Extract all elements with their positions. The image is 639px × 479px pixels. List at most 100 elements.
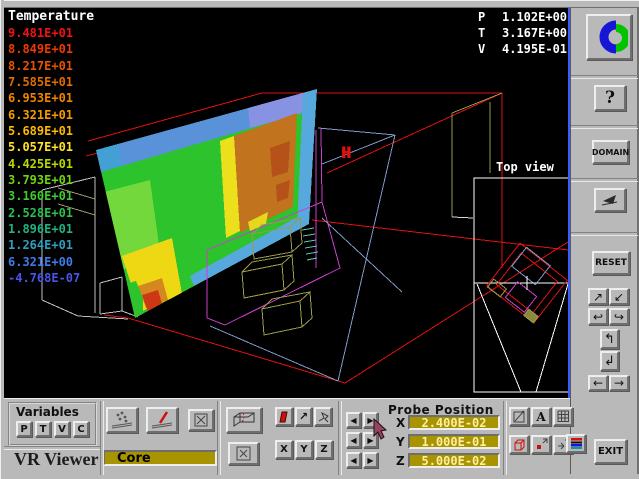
core-dropdown[interactable]: Core — [103, 450, 217, 466]
up-hook-icon: ↰ — [604, 332, 615, 347]
vr-viewer-window: Temperature 9.481E+01 8.849E+01 8.217E+0… — [0, 0, 639, 479]
particles-icon — [110, 410, 134, 430]
window-top-frame — [0, 0, 639, 8]
variable-label: T — [40, 424, 47, 435]
help-label: ? — [605, 88, 615, 108]
legend-title: Temperature — [8, 9, 94, 24]
pan-left-button[interactable]: ← — [588, 375, 608, 391]
legend-entry: 8.849E+01 — [8, 42, 80, 58]
divider — [571, 75, 638, 79]
readout-value: 1.102E+00 — [502, 10, 567, 26]
probe-marker-h[interactable]: H — [341, 143, 351, 162]
pen-page-icon — [513, 410, 526, 423]
slice-box-button[interactable] — [226, 407, 262, 433]
outline-mode-button[interactable] — [509, 407, 529, 426]
axis-x-button[interactable]: X — [275, 440, 293, 459]
grid-toggle-button[interactable] — [553, 407, 573, 426]
probe-x-field[interactable]: 2.400E-02 — [408, 415, 500, 430]
logo-button[interactable] — [586, 14, 632, 60]
probe-y-dec-button[interactable]: ◀ — [346, 432, 361, 448]
variable-label: C — [77, 424, 84, 435]
variable-p-button[interactable]: P — [16, 421, 32, 437]
arrow-ne-icon: ↗ — [593, 290, 603, 304]
arrow-left-icon: ← — [593, 376, 603, 390]
slice-plane-button[interactable] — [275, 407, 293, 426]
return-right-icon: ↪ — [614, 310, 624, 324]
probe-z-dec-button[interactable]: ◀ — [346, 452, 361, 468]
topview-title: Top view — [496, 160, 554, 174]
legend-entry: 5.057E+01 — [8, 140, 80, 156]
legend-entry: 4.425E+01 — [8, 157, 80, 173]
probe-z-steppers: ◀ ▶ — [346, 452, 378, 468]
viewport-3d[interactable] — [4, 8, 570, 398]
slice-move-button[interactable]: ↗ — [295, 407, 312, 426]
axis-label: Z — [320, 444, 327, 455]
probe-x-axis-label: X — [396, 416, 405, 430]
probe-z-inc-button[interactable]: ▶ — [363, 452, 378, 468]
probe-grab-button[interactable] — [314, 407, 332, 426]
down-hook-icon: ↲ — [604, 354, 615, 369]
reset-label: RESET — [595, 258, 627, 268]
stepper-left-icon: ◀ — [350, 436, 356, 445]
reset-button[interactable]: RESET — [592, 251, 630, 275]
readout-value: 4.195E-01 — [502, 42, 567, 58]
legend-entry: 5.689E+01 — [8, 124, 80, 140]
axis-y-button[interactable]: Y — [295, 440, 313, 459]
axis-label: Y — [300, 444, 307, 455]
divider — [503, 401, 507, 475]
rotate-left-button[interactable]: ↩ — [588, 308, 608, 325]
slice-off-button[interactable] — [228, 442, 259, 465]
mouse-cursor — [372, 418, 388, 440]
variable-label: P — [20, 424, 27, 435]
tilt-down-button[interactable]: ↲ — [600, 351, 619, 371]
help-button[interactable]: ? — [594, 85, 626, 111]
exit-button[interactable]: EXIT — [594, 439, 627, 464]
legend-entry: 9.481E+01 — [8, 26, 80, 42]
rotate-right-button[interactable]: ↪ — [609, 308, 629, 325]
axis-z-button[interactable]: Z — [315, 440, 333, 459]
rotate-sw-button[interactable]: ↙ — [609, 288, 629, 305]
probe-z-value: 5.000E-02 — [421, 454, 486, 468]
divider — [100, 401, 104, 475]
divider — [4, 446, 100, 450]
tilt-up-button[interactable]: ↰ — [600, 329, 619, 349]
legend-entry: -4.768E-07 — [8, 271, 80, 287]
view-probe-button[interactable] — [594, 188, 626, 212]
probe-z-field[interactable]: 5.000E-02 — [408, 453, 500, 468]
annotate-button[interactable]: A — [531, 407, 551, 426]
domain-button[interactable]: DOMAIN — [592, 140, 629, 164]
legend-entry: 1.896E+01 — [8, 222, 80, 238]
thermometer-icon — [150, 410, 174, 430]
cham-logo-icon — [590, 18, 628, 56]
x-box-icon — [194, 413, 208, 427]
variables-panel: Variables P T V C — [8, 402, 97, 446]
readout-label: P — [478, 10, 502, 26]
streamlines-button[interactable] — [106, 407, 138, 433]
rotate-diagonal-buttons: ↗ ↙ — [588, 288, 629, 305]
palette-button[interactable] — [566, 434, 586, 453]
variable-label: V — [58, 424, 66, 435]
stepper-left-icon: ◀ — [350, 456, 356, 465]
stepper-left-icon: ◀ — [350, 416, 356, 425]
rotate-ne-button[interactable]: ↗ — [588, 288, 608, 305]
variable-t-button[interactable]: T — [35, 421, 51, 437]
probe-readout: P 1.102E+00 T 3.167E+00 V 4.195E-01 — [478, 10, 567, 58]
arrow-right-icon: → — [614, 376, 624, 390]
legend-entry: 7.585E+01 — [8, 75, 80, 91]
variable-v-button[interactable]: V — [54, 421, 70, 437]
legend-entry: 2.528E+01 — [8, 206, 80, 222]
pan-right-button[interactable]: → — [609, 375, 629, 391]
temperature-legend: 9.481E+01 8.849E+01 8.217E+01 7.585E+01 … — [8, 26, 80, 288]
pan-buttons: ← → — [588, 375, 629, 391]
variable-c-button[interactable]: C — [73, 421, 89, 437]
legend-entry: 1.264E+01 — [8, 238, 80, 254]
clear-plot-button[interactable] — [188, 409, 214, 431]
grab-icon — [317, 411, 330, 423]
annotate-a-icon: A — [536, 410, 545, 424]
probe-x-dec-button[interactable]: ◀ — [346, 412, 361, 428]
probe-plot-button[interactable] — [146, 407, 178, 433]
object-view-button[interactable] — [509, 435, 529, 454]
divider — [338, 401, 342, 475]
probe-y-field[interactable]: 1.000E-01 — [408, 434, 500, 449]
zoom-out-button[interactable] — [531, 435, 551, 454]
